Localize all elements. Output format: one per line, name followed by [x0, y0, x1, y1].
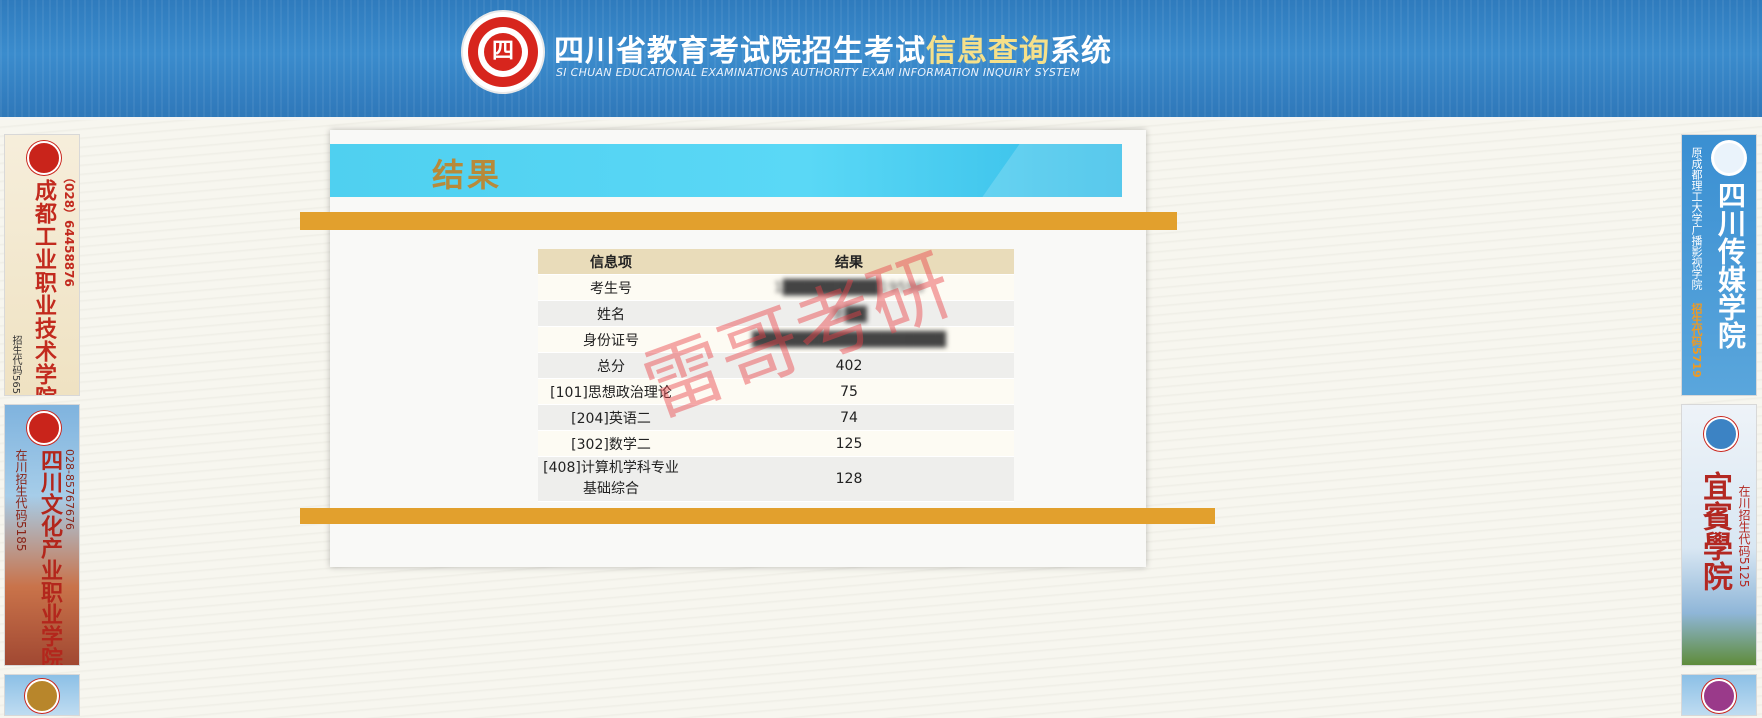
table-row: [101]思想政治理论 75: [538, 378, 1014, 405]
ad-college-name: 四川文化产业职业学院: [37, 449, 62, 666]
site-title: 四川省教育考试院招生考试信息查询系统: [554, 34, 1112, 69]
authority-seal-icon: 四: [463, 12, 543, 92]
ad-college-name: 成都工业职业技术学院: [31, 179, 56, 396]
site-header: 四 四川省教育考试院招生考试信息查询系统 SI CHUAN EDUCATIONA…: [0, 0, 1762, 120]
row-value: 75: [684, 378, 1014, 405]
ad-college-name: 宜賓學院: [1697, 471, 1732, 591]
table-row: [408]计算机学科专业基础综合 128: [538, 456, 1014, 502]
table-row: [302]数学二 125: [538, 430, 1014, 457]
ad-banner-partial-right[interactable]: [1681, 674, 1757, 716]
row-value: 李██: [684, 300, 1014, 327]
row-value: 402: [684, 352, 1014, 379]
row-label: [101]思想政治理论: [538, 378, 684, 405]
row-value: ██████████████████: [684, 326, 1014, 353]
row-value: 74: [684, 404, 1014, 431]
college-logo-icon: [1704, 417, 1738, 451]
ad-banner-yibin[interactable]: 宜賓學院 在川招生代码5125: [1681, 404, 1757, 666]
ad-code: 招生代码5719: [1690, 303, 1703, 378]
row-label: 考生号: [538, 274, 684, 301]
row-label: 身份证号: [538, 326, 684, 353]
result-title: 结果: [432, 156, 503, 194]
row-label: 姓名: [538, 300, 684, 327]
row-label: [408]计算机学科专业基础综合: [538, 456, 684, 502]
ad-code: 在川招生代码5185: [14, 449, 28, 552]
table-row: 姓名 李██: [538, 300, 1014, 327]
ad-banner-chengdu-industry[interactable]: 成都工业职业技术学院 （028）64458876 招生代码5657: [4, 134, 80, 396]
college-logo-icon: [27, 141, 61, 175]
row-label: [302]数学二: [538, 430, 684, 457]
row-value: 125: [684, 430, 1014, 457]
college-logo-icon: [27, 411, 61, 445]
row-value: 128: [684, 456, 1014, 502]
ad-banner-sichuan-media[interactable]: 四川传媒学院 原成都理工大学广播影视学院 招生代码5719: [1681, 134, 1757, 396]
ad-code: 招生代码5657: [10, 335, 21, 396]
column-header-result: 结果: [684, 249, 1014, 275]
college-logo-icon: [1712, 141, 1746, 175]
table-row: 身份证号 ██████████████████: [538, 326, 1014, 353]
college-logo-icon: [1702, 679, 1736, 713]
divider-bar-bottom: [300, 508, 1215, 524]
table-row: 考生号 1█████████19596: [538, 274, 1014, 301]
masked-value: 1█████████19596: [773, 279, 925, 296]
ad-subtitle: 原成都理工大学广播影视学院: [1690, 147, 1703, 290]
ad-code: 在川招生代码5125: [1737, 485, 1751, 588]
table-row: [204]英语二 74: [538, 404, 1014, 431]
column-header-item: 信息项: [538, 249, 684, 275]
site-subtitle-en: SI CHUAN EDUCATIONAL EXAMINATIONS AUTHOR…: [556, 66, 1081, 79]
masked-value: ██████████████████: [752, 331, 946, 348]
ad-phone: 028-85767676: [63, 449, 76, 530]
ad-college-name: 四川传媒学院: [1714, 181, 1747, 349]
table-row: 总分 402: [538, 352, 1014, 379]
row-label: 总分: [538, 352, 684, 379]
score-table: 信息项 结果 考生号 1█████████19596 姓名 李██ 身份证号 █…: [538, 249, 1014, 502]
college-logo-icon: [25, 679, 59, 713]
table-header-row: 信息项 结果: [538, 249, 1014, 275]
row-label: [204]英语二: [538, 404, 684, 431]
ad-phone: （028）64458876: [62, 171, 76, 287]
ad-banner-sichuan-culture[interactable]: 四川文化产业职业学院 028-85767676 在川招生代码5185: [4, 404, 80, 666]
divider-bar-top: [300, 212, 1177, 230]
masked-value: 李██: [831, 306, 867, 323]
ad-banner-partial-left[interactable]: [4, 674, 80, 716]
row-value: 1█████████19596: [684, 274, 1014, 301]
